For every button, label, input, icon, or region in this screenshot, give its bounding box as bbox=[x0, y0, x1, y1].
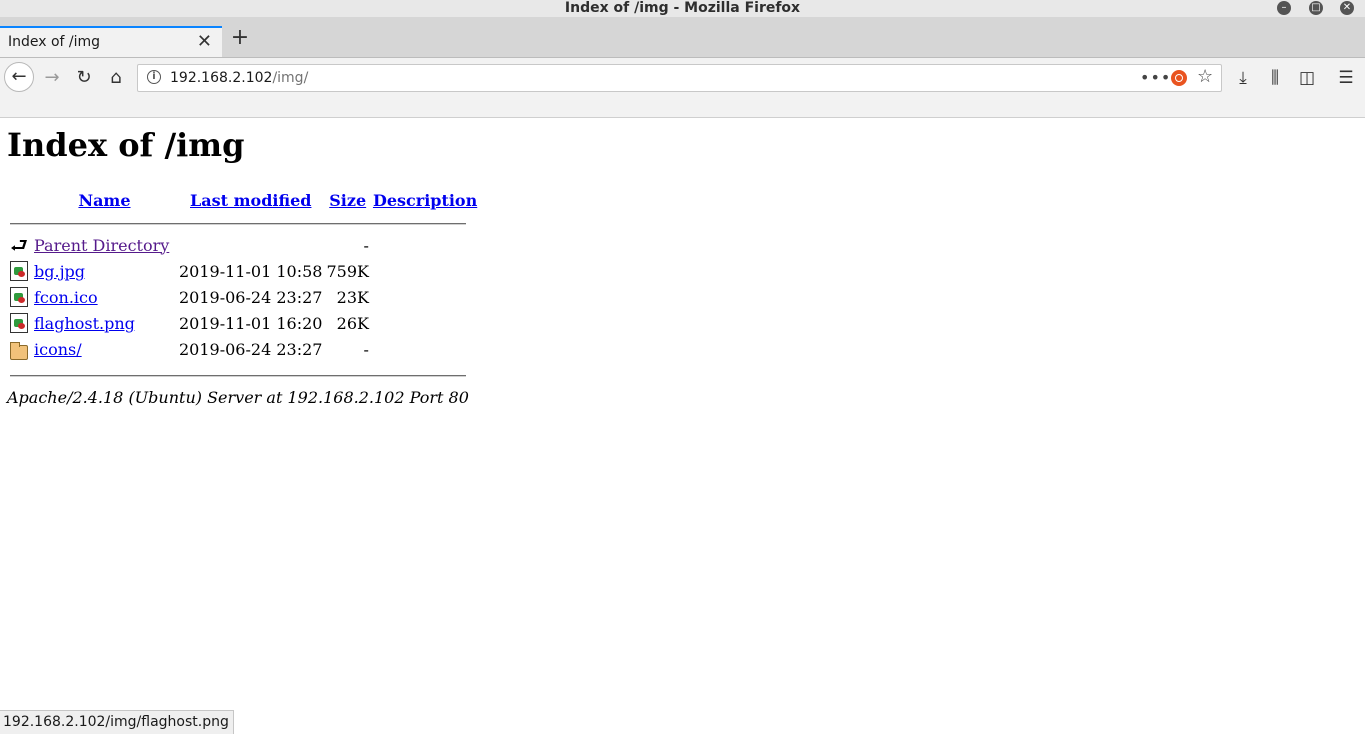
file-link-fcon-ico[interactable]: fcon.ico bbox=[34, 288, 98, 307]
tab-strip: Index of /img ✕ + bbox=[0, 17, 1365, 58]
directory-listing-table: Name Last modified Size Description ⮐ Pa… bbox=[8, 184, 479, 362]
maximize-icon[interactable]: □ bbox=[1309, 1, 1323, 15]
arrow-right-icon: → bbox=[44, 67, 60, 88]
bookmark-star-icon[interactable]: ☆ bbox=[1197, 66, 1213, 87]
url-text[interactable]: 192.168.2.102/img/ bbox=[170, 70, 308, 86]
size-column-link[interactable]: Size bbox=[329, 191, 366, 210]
row-size: - bbox=[363, 339, 369, 359]
table-row: bg.jpg 2019-11-01 10:58 759K bbox=[8, 258, 479, 284]
row-description bbox=[371, 336, 479, 362]
ubuntu-extension-icon[interactable] bbox=[1171, 70, 1187, 86]
icon-column-header bbox=[8, 184, 32, 216]
row-description bbox=[371, 258, 479, 284]
row-description bbox=[371, 232, 479, 258]
new-tab-icon[interactable]: + bbox=[230, 27, 250, 51]
image-file-icon bbox=[10, 287, 28, 308]
back-icon: ⮐ bbox=[10, 233, 28, 258]
table-row: flaghost.png 2019-11-01 16:20 26K bbox=[8, 310, 479, 336]
row-description bbox=[371, 310, 479, 336]
url-path: /img/ bbox=[272, 70, 309, 86]
url-bar[interactable]: i 192.168.2.102/img/ ••• ☆ bbox=[137, 64, 1222, 92]
footer-divider bbox=[10, 375, 466, 377]
close-tab-icon[interactable]: ✕ bbox=[197, 32, 212, 52]
minimize-icon[interactable]: – bbox=[1277, 1, 1291, 15]
page-actions-menu-icon[interactable]: ••• bbox=[1140, 68, 1171, 87]
hamburger-menu-icon[interactable]: ☰ bbox=[1333, 64, 1359, 92]
description-column-link[interactable]: Description bbox=[373, 191, 477, 210]
tab-title: Index of /img bbox=[8, 34, 101, 50]
table-row: icons/ 2019-06-24 23:27 - bbox=[8, 336, 479, 362]
page-heading: Index of /img bbox=[7, 126, 245, 164]
row-modified bbox=[177, 232, 324, 258]
server-signature: Apache/2.4.18 (Ubuntu) Server at 192.168… bbox=[7, 388, 469, 407]
row-modified: 2019-11-01 10:58 bbox=[179, 261, 323, 281]
header-divider bbox=[10, 223, 466, 225]
name-column-link[interactable]: Name bbox=[78, 191, 130, 210]
library-icon[interactable]: ⫼ bbox=[1262, 64, 1288, 92]
reload-button[interactable]: ↻ bbox=[70, 64, 98, 92]
last-modified-column-link[interactable]: Last modified bbox=[190, 191, 311, 210]
row-modified: 2019-06-24 23:27 bbox=[179, 287, 323, 307]
reload-icon: ↻ bbox=[76, 67, 92, 88]
row-modified: 2019-11-01 16:20 bbox=[179, 313, 323, 333]
image-file-icon bbox=[10, 261, 28, 282]
arrow-left-icon: ← bbox=[11, 66, 27, 87]
back-button[interactable]: ← bbox=[4, 62, 34, 92]
row-size: - bbox=[363, 235, 369, 255]
table-row: ⮐ Parent Directory - bbox=[8, 232, 479, 258]
home-icon: ⌂ bbox=[110, 67, 122, 88]
row-size: 26K bbox=[336, 313, 369, 333]
row-size: 759K bbox=[326, 261, 369, 281]
file-link-flaghost-png[interactable]: flaghost.png bbox=[34, 314, 135, 333]
status-url-tooltip: 192.168.2.102/img/flaghost.png bbox=[0, 710, 234, 734]
parent-directory-link[interactable]: Parent Directory bbox=[34, 236, 169, 255]
sidebar-icon[interactable]: ◫ bbox=[1294, 64, 1320, 92]
folder-icon bbox=[10, 341, 28, 360]
home-button[interactable]: ⌂ bbox=[102, 64, 130, 92]
folder-link-icons[interactable]: icons/ bbox=[34, 340, 82, 359]
window-titlebar: Index of /img - Mozilla Firefox – □ ✕ bbox=[0, 0, 1365, 17]
forward-button[interactable]: → bbox=[38, 64, 66, 92]
table-header-row: Name Last modified Size Description bbox=[8, 184, 479, 216]
downloads-icon[interactable]: ⤓ bbox=[1230, 64, 1256, 92]
page-content: Index of /img Name Last modified Size De… bbox=[0, 118, 1365, 733]
file-link-bg-jpg[interactable]: bg.jpg bbox=[34, 262, 85, 281]
row-size: 23K bbox=[336, 287, 369, 307]
window-title: Index of /img - Mozilla Firefox bbox=[564, 0, 801, 16]
image-file-icon bbox=[10, 313, 28, 334]
table-row: fcon.ico 2019-06-24 23:27 23K bbox=[8, 284, 479, 310]
close-window-icon[interactable]: ✕ bbox=[1340, 1, 1354, 15]
navigation-toolbar: ← → ↻ ⌂ i 192.168.2.102/img/ ••• ☆ ⤓ ⫼ ◫… bbox=[0, 58, 1365, 118]
row-modified: 2019-06-24 23:27 bbox=[179, 339, 323, 359]
url-host: 192.168.2.102 bbox=[170, 70, 273, 86]
tab-index-of-img[interactable]: Index of /img ✕ bbox=[0, 26, 222, 57]
info-icon[interactable]: i bbox=[147, 70, 161, 84]
row-description bbox=[371, 284, 479, 310]
